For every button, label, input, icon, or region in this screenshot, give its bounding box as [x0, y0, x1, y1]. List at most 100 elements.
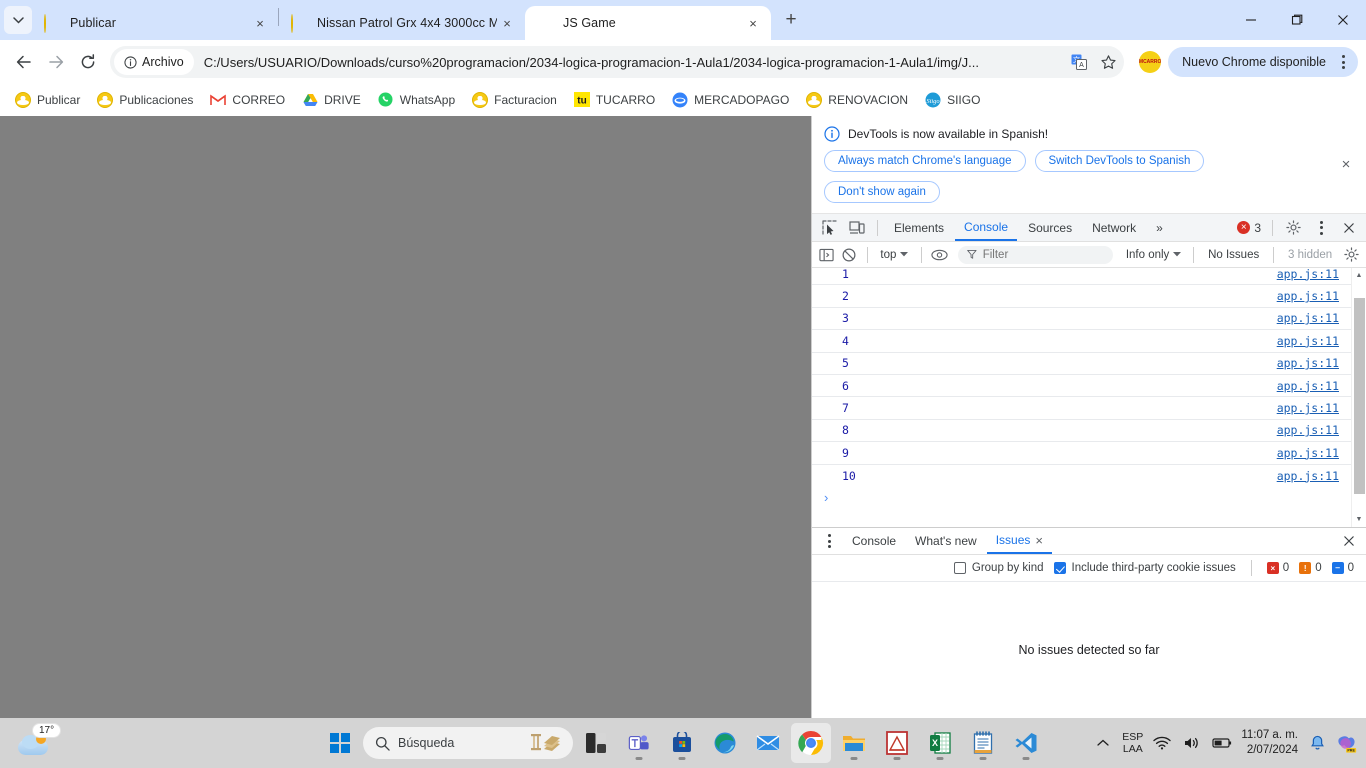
tray-overflow-icon[interactable] — [1092, 732, 1114, 754]
drawer-more-options-icon[interactable] — [816, 529, 842, 553]
console-output[interactable]: 1 app.js:11 2 app.js:11 3 app.js:11 4 ap… — [812, 268, 1366, 527]
console-line[interactable]: 6 app.js:11 — [812, 375, 1351, 398]
group-by-kind-checkbox[interactable]: Group by kind — [953, 562, 1044, 574]
page-viewport[interactable] — [0, 116, 811, 718]
bookmark-mercadopago[interactable]: MERCADOPAGO — [665, 89, 796, 111]
chrome-update-button[interactable]: Nuevo Chrome disponible — [1168, 47, 1358, 77]
browser-tab-nissan[interactable]: Nissan Patrol Grx 4x4 3000cc M × — [279, 6, 525, 40]
teams-button[interactable] — [619, 723, 659, 763]
console-line[interactable]: 2 app.js:11 — [812, 285, 1351, 308]
console-filter-input-wrap[interactable] — [957, 245, 1113, 264]
device-toolbar-icon[interactable] — [844, 216, 870, 240]
tab-search-button[interactable] — [4, 6, 32, 34]
console-line[interactable]: 9 app.js:11 — [812, 442, 1351, 465]
star-icon[interactable] — [1095, 49, 1121, 75]
chrome-menu-button[interactable] — [1332, 49, 1354, 75]
console-line[interactable]: 8 app.js:11 — [812, 420, 1351, 443]
browser-tab-js-game[interactable]: JS Game × — [525, 6, 771, 40]
banner-close-icon[interactable]: × — [1336, 154, 1356, 174]
start-button[interactable] — [320, 723, 360, 763]
notification-bell-icon[interactable] — [1306, 732, 1328, 754]
console-line[interactable]: 3 app.js:11 — [812, 308, 1351, 331]
new-tab-button[interactable]: + — [777, 6, 805, 34]
console-source-link[interactable]: app.js:11 — [1277, 469, 1339, 483]
widgets-button[interactable] — [576, 723, 616, 763]
paint-button[interactable] — [877, 723, 917, 763]
file-explorer-button[interactable] — [834, 723, 874, 763]
extension-icon[interactable]: MCARRO — [1139, 51, 1162, 73]
minimize-icon[interactable] — [1228, 0, 1274, 40]
console-line[interactable]: 4 app.js:11 — [812, 330, 1351, 353]
gear-icon[interactable] — [1280, 216, 1306, 240]
forward-button[interactable] — [40, 46, 72, 78]
drawer-tab-console[interactable]: Console — [843, 528, 905, 554]
devtools-tab-sources[interactable]: Sources — [1019, 214, 1081, 241]
scroll-down-icon[interactable]: ▼ — [1352, 512, 1366, 527]
console-filter-input[interactable] — [982, 248, 1104, 261]
maximize-icon[interactable] — [1274, 0, 1320, 40]
drawer-tab-close-icon[interactable]: × — [1035, 533, 1043, 548]
browser-tab-publicar[interactable]: Publicar × — [32, 6, 278, 40]
include-third-party-checkbox[interactable]: Include third-party cookie issues — [1053, 562, 1236, 574]
console-line[interactable]: 7 app.js:11 — [812, 397, 1351, 420]
console-line[interactable]: 1 app.js:11 — [812, 268, 1351, 286]
vscode-button[interactable] — [1006, 723, 1046, 763]
scheme-chip[interactable]: Archivo — [114, 49, 194, 75]
bookmark-whatsapp[interactable]: WhatsApp — [371, 89, 462, 111]
console-source-link[interactable]: app.js:11 — [1277, 268, 1339, 281]
wifi-icon[interactable] — [1151, 732, 1173, 754]
reload-button[interactable] — [72, 46, 104, 78]
bookmark-facturacion[interactable]: Facturacion — [465, 89, 564, 111]
drawer-close-icon[interactable] — [1336, 529, 1362, 553]
close-icon[interactable] — [1320, 0, 1366, 40]
scrollbar-thumb[interactable] — [1354, 298, 1365, 494]
taskbar-search[interactable]: Búsqueda — [363, 727, 573, 759]
bookmark-tucarro[interactable]: tu TUCARRO — [567, 89, 662, 111]
checkbox-box[interactable] — [1053, 562, 1066, 574]
excel-button[interactable]: X — [920, 723, 960, 763]
bookmark-drive[interactable]: DRIVE — [295, 89, 368, 111]
checkbox-box[interactable] — [953, 562, 966, 574]
chrome-button[interactable] — [791, 723, 831, 763]
console-source-link[interactable]: app.js:11 — [1277, 356, 1339, 370]
devtools-more-options-icon[interactable] — [1308, 216, 1334, 240]
console-scrollbar[interactable]: ▲ ▼ — [1351, 268, 1366, 527]
notepad-button[interactable] — [963, 723, 1003, 763]
battery-icon[interactable] — [1211, 732, 1233, 754]
console-sidebar-icon[interactable] — [816, 243, 837, 267]
console-level-selector[interactable]: Info only — [1121, 249, 1186, 261]
error-count-badge[interactable]: × 3 — [1237, 221, 1265, 235]
console-source-link[interactable]: app.js:11 — [1277, 334, 1339, 348]
devtools-tab-console[interactable]: Console — [955, 214, 1018, 241]
inspect-element-icon[interactable] — [816, 216, 842, 240]
mail-button[interactable] — [748, 723, 788, 763]
switch-devtools-spanish-button[interactable]: Switch DevTools to Spanish — [1034, 150, 1205, 172]
volume-icon[interactable] — [1181, 732, 1203, 754]
no-issues-button[interactable]: No Issues — [1201, 249, 1266, 261]
dont-show-again-button[interactable]: Don't show again — [824, 181, 940, 203]
tab-close-button[interactable]: × — [497, 13, 517, 33]
language-indicator[interactable]: ESP LAA — [1122, 731, 1143, 755]
bookmark-publicar[interactable]: Publicar — [8, 89, 87, 111]
drawer-tab-issues[interactable]: Issues × — [986, 528, 1052, 554]
drawer-tab-whats-new[interactable]: What's new — [906, 528, 986, 554]
devtools-tab-network[interactable]: Network — [1083, 214, 1145, 241]
console-source-link[interactable]: app.js:11 — [1277, 289, 1339, 303]
devtools-more-tabs-button[interactable]: » — [1147, 214, 1172, 241]
clear-console-icon[interactable] — [839, 243, 860, 267]
back-button[interactable] — [8, 46, 40, 78]
devtools-close-icon[interactable] — [1336, 216, 1362, 240]
console-settings-gear-icon[interactable] — [1341, 243, 1362, 267]
bookmark-correo[interactable]: CORREO — [203, 89, 292, 111]
scroll-up-icon[interactable]: ▲ — [1352, 268, 1366, 283]
devtools-tab-elements[interactable]: Elements — [885, 214, 953, 241]
translate-icon[interactable]: 文A — [1066, 49, 1092, 75]
bookmark-renovacion[interactable]: RENOVACION — [799, 89, 915, 111]
microsoft-store-button[interactable] — [662, 723, 702, 763]
always-match-language-button[interactable]: Always match Chrome's language — [824, 150, 1026, 172]
console-source-link[interactable]: app.js:11 — [1277, 423, 1339, 437]
console-line[interactable]: 10 app.js:11 — [812, 465, 1351, 487]
console-line[interactable]: 5 app.js:11 — [812, 353, 1351, 375]
address-bar[interactable]: Archivo C:/Users/USUARIO/Downloads/curso… — [110, 46, 1125, 78]
console-source-link[interactable]: app.js:11 — [1277, 311, 1339, 325]
